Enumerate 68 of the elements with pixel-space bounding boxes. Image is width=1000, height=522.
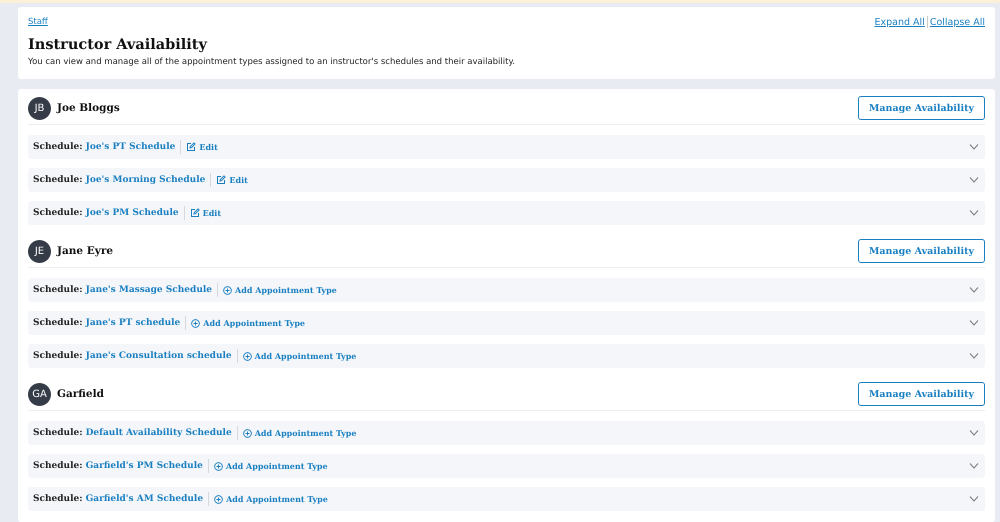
- edit-icon: [186, 142, 196, 152]
- page-title: Instructor Availability: [28, 36, 208, 53]
- avatar: JE: [28, 240, 51, 262]
- plus-circle-icon: [214, 462, 223, 470]
- add-appointment-type-link[interactable]: Add Appointment Type: [223, 285, 337, 295]
- schedule-label: Schedule:: [33, 208, 83, 218]
- manage-availability-button[interactable]: Manage Availability: [858, 96, 985, 120]
- schedule-label: Schedule:: [33, 494, 83, 504]
- chevron-icon[interactable]: [969, 430, 979, 436]
- edit-link[interactable]: Edit: [186, 142, 218, 152]
- schedule-row[interactable]: Schedule: Jane's PT schedule Add Appointment Type: [28, 311, 985, 335]
- schedule-link[interactable]: Jane's PT schedule: [86, 318, 180, 328]
- plus-circle-icon: [223, 286, 232, 294]
- manage-availability-button[interactable]: Manage Availability: [858, 382, 985, 406]
- instructor-name: Jane Eyre: [57, 245, 114, 257]
- schedule-label: Schedule:: [33, 142, 83, 152]
- chevron-icon[interactable]: [969, 463, 979, 469]
- schedule-label: Schedule:: [33, 285, 83, 295]
- schedule-row[interactable]: Schedule: Garfield's AM Schedule Add Appointment Type: [28, 487, 985, 511]
- schedule-label: Schedule:: [33, 461, 83, 471]
- add-appointment-type-link[interactable]: Add Appointment Type: [214, 494, 328, 504]
- edit-link[interactable]: Edit: [190, 208, 222, 218]
- schedule-link[interactable]: Joe's Morning Schedule: [86, 175, 206, 185]
- schedule-row[interactable]: Schedule: Joe's Morning Schedule Edit: [28, 168, 985, 192]
- add-appointment-type-link[interactable]: Add Appointment Type: [214, 461, 328, 471]
- chevron-icon[interactable]: [969, 210, 979, 216]
- schedule-label: Schedule:: [33, 351, 83, 361]
- schedule-link[interactable]: Joe's PT Schedule: [86, 142, 176, 152]
- add-appointment-type-link[interactable]: Add Appointment Type: [242, 351, 356, 361]
- schedule-row[interactable]: Schedule: Garfield's PM Schedule Add Appointment Type: [28, 454, 985, 478]
- schedule-row[interactable]: Schedule: Jane's Consultation schedule Add Appointment Type: [28, 344, 985, 368]
- instructor-name: Garfield: [57, 388, 104, 400]
- schedule-label: Schedule:: [33, 318, 83, 328]
- chevron-icon[interactable]: [969, 496, 979, 502]
- chevron-icon[interactable]: [969, 177, 979, 183]
- plus-circle-icon: [242, 428, 252, 438]
- instructor-name: Joe Bloggs: [57, 102, 120, 114]
- schedule-row[interactable]: Schedule: Default Availability Schedule Add Appointment Type: [28, 421, 985, 445]
- chevron-icon[interactable]: [969, 320, 979, 326]
- schedule-row[interactable]: Schedule: Joe's PT Schedule Edit: [28, 135, 985, 159]
- chevron-icon[interactable]: [969, 287, 979, 293]
- schedule-link[interactable]: Jane's Massage Schedule: [86, 285, 212, 295]
- edit-icon: [216, 175, 226, 185]
- avatar: JB: [28, 96, 51, 120]
- plus-circle-icon: [242, 352, 252, 360]
- avatar: GA: [28, 382, 51, 406]
- schedule-row[interactable]: Schedule: Joe's PM Schedule Edit: [28, 201, 985, 225]
- schedule-label: Schedule:: [33, 428, 83, 438]
- schedule-link[interactable]: Jane's Consultation schedule: [86, 351, 232, 361]
- breadcrumb-link[interactable]: Staff: [28, 17, 48, 27]
- schedule-link[interactable]: Joe's PM Schedule: [86, 208, 179, 218]
- schedule-link[interactable]: Garfield's AM Schedule: [86, 494, 204, 504]
- chevron-icon[interactable]: [969, 144, 979, 150]
- manage-availability-button[interactable]: Manage Availability: [858, 239, 985, 263]
- schedule-link[interactable]: Default Availability Schedule: [86, 428, 232, 438]
- add-appointment-type-link[interactable]: Add Appointment Type: [242, 428, 356, 438]
- plus-circle-icon: [214, 494, 224, 504]
- edit-link[interactable]: Edit: [216, 175, 248, 185]
- header-link[interactable]: Collapse All: [930, 16, 985, 28]
- schedule-link[interactable]: Garfield's PM Schedule: [86, 461, 203, 471]
- page-description: You can view and manage all of the appointment types assigned to an instructor's schedules and their availability.: [28, 57, 516, 67]
- schedule-row[interactable]: Schedule: Jane's Massage Schedule Add Appointment Type: [28, 278, 985, 302]
- edit-icon: [190, 208, 200, 218]
- schedule-label: Schedule:: [33, 175, 83, 185]
- plus-circle-icon: [191, 318, 200, 328]
- chevron-icon[interactable]: [969, 353, 979, 359]
- add-appointment-type-link[interactable]: Add Appointment Type: [191, 318, 305, 328]
- header-link[interactable]: Expand All: [874, 16, 925, 28]
